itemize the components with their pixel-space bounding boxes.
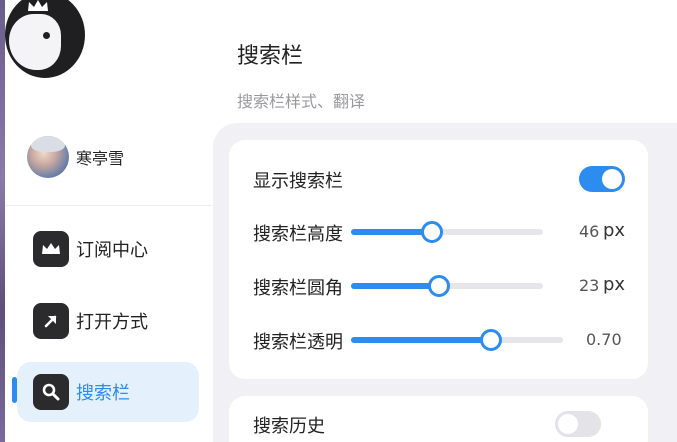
search-bar-radius-unit: px	[603, 274, 626, 295]
user-profile[interactable]: 寒亭雪	[27, 136, 124, 178]
search-bar-radius-slider[interactable]	[351, 275, 543, 297]
search-history-toggle[interactable]	[555, 411, 601, 437]
show-search-bar-toggle[interactable]	[579, 166, 625, 192]
logo-crown-icon	[28, 0, 48, 11]
search-bar-height-unit: px	[603, 220, 626, 241]
app-logo	[5, 0, 85, 78]
arrow-up-right-icon	[33, 303, 69, 339]
sidebar-item-open-mode[interactable]: 打开方式	[17, 291, 199, 351]
search-bar-opacity-label: 搜索栏透明	[253, 332, 343, 353]
search-bar-height-slider[interactable]	[351, 221, 543, 243]
sidebar-item-label: 订阅中心	[76, 240, 148, 261]
user-name: 寒亭雪	[76, 149, 125, 168]
sidebar-item-label: 打开方式	[76, 312, 148, 333]
slider-thumb[interactable]	[428, 275, 451, 297]
sidebar-item-label: 搜索栏	[76, 383, 130, 404]
sidebar-item-subscription[interactable]: 订阅中心	[17, 219, 199, 279]
search-bar-radius-value: 23	[579, 276, 600, 295]
page-header: 搜索栏 搜索栏样式、翻译	[237, 38, 365, 112]
logo-bird-eye	[43, 32, 50, 39]
crown-icon	[33, 231, 69, 267]
slider-thumb[interactable]	[420, 221, 443, 243]
slider-fill	[351, 337, 491, 343]
search-history-card: 搜索历史	[229, 396, 648, 442]
logo-bird	[9, 14, 61, 70]
slider-fill	[351, 283, 440, 289]
search-bar-settings-card: 显示搜索栏 搜索栏高度 46 px 搜索栏圆角 23 px 搜索栏透明 0.70	[229, 140, 648, 379]
slider-fill	[351, 229, 432, 235]
toggle-knob	[602, 169, 622, 189]
show-search-bar-label: 显示搜索栏	[253, 171, 343, 192]
active-indicator	[12, 377, 17, 403]
search-bar-height-label: 搜索栏高度	[253, 224, 343, 245]
search-history-label: 搜索历史	[253, 416, 325, 437]
slider-thumb[interactable]	[479, 329, 502, 351]
search-icon	[33, 374, 69, 410]
sidebar: 寒亭雪 订阅中心 打开方式 搜索栏	[5, 0, 212, 442]
sidebar-item-search-bar[interactable]: 搜索栏	[17, 362, 199, 422]
avatar[interactable]	[27, 136, 69, 178]
toggle-knob	[558, 414, 578, 434]
page-subtitle: 搜索栏样式、翻译	[237, 92, 366, 111]
search-bar-radius-label: 搜索栏圆角	[253, 278, 343, 299]
search-bar-opacity-slider[interactable]	[351, 329, 563, 351]
page-title: 搜索栏	[237, 44, 304, 69]
search-bar-height-value: 46	[579, 222, 600, 241]
sidebar-divider	[5, 205, 212, 206]
search-bar-opacity-value: 0.70	[586, 330, 622, 349]
